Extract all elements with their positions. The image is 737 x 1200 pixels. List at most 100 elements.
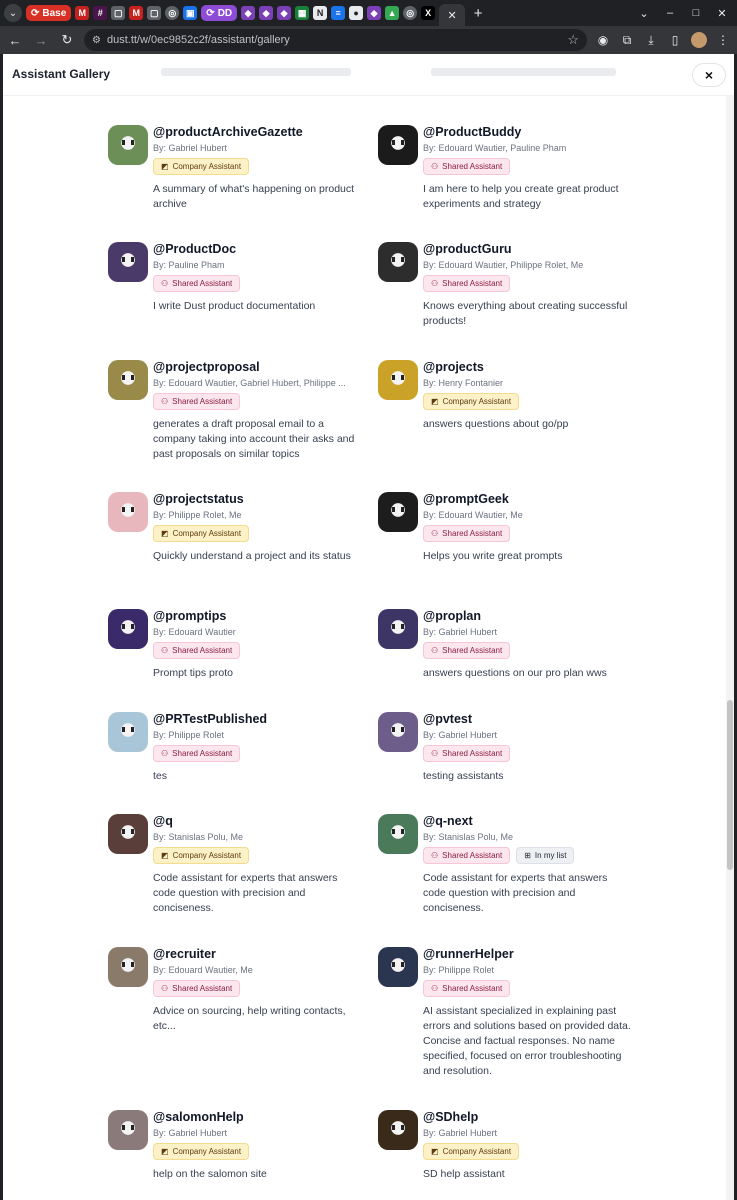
notion-icon[interactable]: N (313, 6, 328, 20)
download-icon[interactable]: ⤓ (643, 33, 659, 48)
assistant-avatar[interactable] (378, 712, 418, 752)
assistant-avatar[interactable] (378, 242, 418, 282)
avatar-face (122, 727, 134, 732)
inlist-badge: ⊞ In my list (516, 847, 575, 864)
globe-icon[interactable]: ◎ (403, 6, 418, 20)
side-panel-icon[interactable]: ▯ (667, 33, 683, 47)
assistant-avatar[interactable] (108, 814, 148, 854)
assistant-avatar[interactable] (108, 242, 148, 282)
extensions-icon[interactable]: ⧉ (619, 33, 635, 48)
shared-users-icon: ⚇ (431, 162, 439, 171)
assistant-handle[interactable]: @proplan (423, 609, 481, 623)
address-bar[interactable]: ⚙ dust.tt/w/0ec9852c2f/assistant/gallery… (84, 29, 587, 51)
x-icon[interactable]: X (421, 6, 436, 20)
assistant-handle[interactable]: @PRTestPublished (153, 712, 267, 726)
badge-label: Shared Assistant (172, 749, 233, 758)
assistant-avatar[interactable] (108, 609, 148, 649)
assistant-handle[interactable]: @SDhelp (423, 1110, 478, 1124)
assistant-avatar[interactable] (108, 125, 148, 165)
assistant-description: SD help assistant (423, 1168, 505, 1180)
avatar-face (122, 257, 134, 262)
dust-icon[interactable]: ◆ (367, 6, 382, 20)
gmail-icon[interactable]: M (129, 6, 144, 20)
assistant-avatar[interactable] (378, 814, 418, 854)
minimize-icon[interactable]: – (659, 7, 681, 19)
assistant-handle[interactable]: @recruiter (153, 947, 216, 961)
assistant-avatar[interactable] (378, 360, 418, 400)
tab-group-base[interactable]: ⟳ Base (26, 5, 72, 21)
reload-icon[interactable]: ↻ (58, 32, 76, 48)
badge-label: Shared Assistant (442, 851, 503, 860)
scrollbar[interactable] (726, 96, 734, 1200)
assistant-handle[interactable]: @projectstatus (153, 492, 244, 506)
assistant-avatar[interactable] (378, 947, 418, 987)
assistant-handle[interactable]: @salomonHelp (153, 1110, 244, 1124)
assistant-handle[interactable]: @q-next (423, 814, 473, 828)
docs-icon[interactable]: ≡ (331, 6, 346, 20)
dust-icon[interactable]: ◆ (259, 6, 274, 20)
page-icon[interactable]: ▢ (111, 6, 126, 20)
badge-row: ◩ Company Assistant (423, 393, 520, 410)
forward-icon[interactable]: → (32, 33, 50, 48)
assistant-avatar[interactable] (378, 125, 418, 165)
company-badge: ◩ Company Assistant (153, 525, 250, 542)
github-icon[interactable]: ● (349, 6, 364, 20)
assistant-handle[interactable]: @ProductDoc (153, 242, 236, 256)
assistant-avatar[interactable] (378, 609, 418, 649)
back-icon[interactable]: ← (6, 33, 24, 48)
badge-label: Company Assistant (172, 1147, 242, 1156)
globe-icon[interactable]: ◎ (165, 6, 180, 20)
assistant-handle[interactable]: @projects (423, 360, 484, 374)
assistant-handle[interactable]: @productArchiveGazette (153, 125, 303, 139)
page-icon[interactable]: ▢ (147, 6, 162, 20)
company-badge: ◩ Company Assistant (423, 1143, 520, 1160)
scrollbar-thumb[interactable] (727, 700, 733, 870)
shared-users-icon: ⚇ (161, 279, 169, 288)
company-badge: ◩ Company Assistant (153, 847, 250, 864)
badge-label: Shared Assistant (442, 646, 503, 655)
assistant-avatar[interactable] (378, 1110, 418, 1150)
assistant-handle[interactable]: @pvtest (423, 712, 472, 726)
badge-label: Shared Assistant (442, 529, 503, 538)
assistant-avatar[interactable] (108, 1110, 148, 1150)
bookmark-star-icon[interactable]: ☆ (567, 32, 579, 48)
assistant-avatar[interactable] (108, 712, 148, 752)
drive-icon[interactable]: ▲ (385, 6, 400, 20)
new-tab-icon[interactable]: + (469, 5, 487, 22)
gmail-icon[interactable]: M (75, 6, 90, 20)
assistant-handle[interactable]: @runnerHelper (423, 947, 514, 961)
assistant-avatar[interactable] (108, 360, 148, 400)
close-button[interactable]: × (692, 63, 726, 87)
app-icon[interactable]: ▣ (183, 6, 198, 20)
assistant-avatar[interactable] (108, 947, 148, 987)
assistant-authors: By: Philippe Rolet (153, 730, 225, 740)
assistant-handle[interactable]: @promptips (153, 609, 226, 623)
tab-search-icon[interactable]: ⌄ (4, 4, 22, 22)
active-tab-close-icon[interactable]: ✕ (439, 4, 466, 26)
assistant-handle[interactable]: @promptGeek (423, 492, 509, 506)
assistant-description: generates a draft proposal email to a co… (153, 418, 355, 460)
profile-avatar[interactable] (691, 32, 707, 48)
dust-icon[interactable]: ◆ (277, 6, 292, 20)
assistant-handle[interactable]: @q (153, 814, 173, 828)
tab-group-dd[interactable]: ⟳ DD (201, 5, 238, 21)
badge-row: ⚇ Shared Assistant (423, 275, 511, 292)
window-close-icon[interactable]: ✕ (711, 7, 733, 20)
menu-icon[interactable]: ⋮ (715, 33, 731, 47)
dust-icon[interactable]: ◆ (241, 6, 256, 20)
assistant-avatar[interactable] (378, 492, 418, 532)
maximize-icon[interactable]: □ (685, 7, 707, 19)
url-text[interactable]: dust.tt/w/0ec9852c2f/assistant/gallery (107, 34, 561, 46)
password-manager-icon[interactable]: ◉ (595, 33, 611, 47)
sheets-icon[interactable]: ▦ (295, 6, 310, 20)
assistant-avatar[interactable] (108, 492, 148, 532)
assistant-handle[interactable]: @productGuru (423, 242, 512, 256)
chevron-down-icon[interactable]: ⌄ (633, 7, 655, 20)
company-icon: ◩ (161, 851, 169, 860)
slack-icon[interactable]: # (93, 6, 108, 20)
assistant-handle[interactable]: @ProductBuddy (423, 125, 521, 139)
assistant-handle[interactable]: @projectproposal (153, 360, 260, 374)
assistant-authors: By: Philippe Rolet, Me (153, 510, 242, 520)
site-info-icon[interactable]: ⚙ (92, 35, 101, 46)
shared-badge: ⚇ Shared Assistant (423, 980, 511, 997)
